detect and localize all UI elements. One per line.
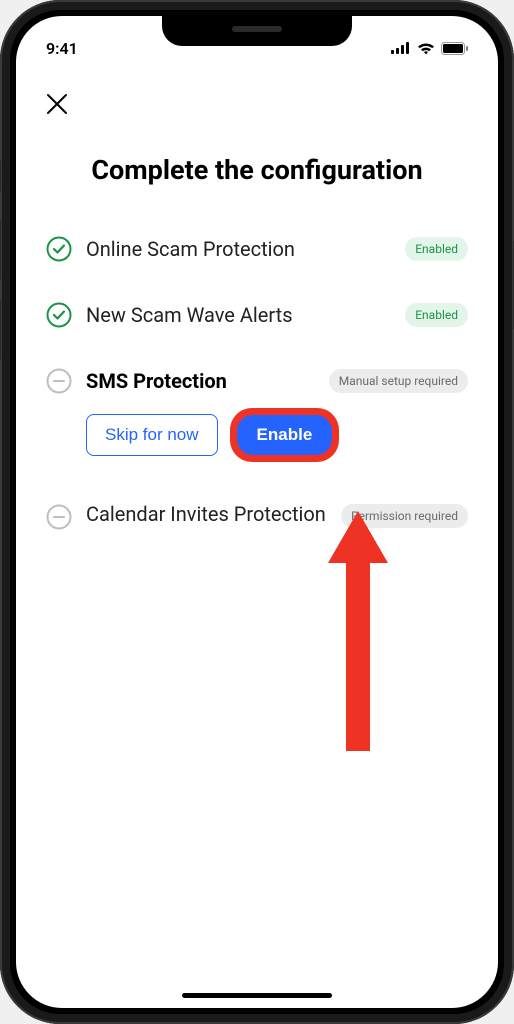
notch <box>162 16 352 46</box>
skip-button[interactable]: Skip for now <box>86 414 218 456</box>
home-indicator[interactable] <box>182 993 332 998</box>
page-title: Complete the configuration <box>46 154 468 186</box>
configuration-list: Online Scam Protection Enabled New Scam … <box>46 236 468 530</box>
config-item-sms: SMS Protection Manual setup required Ski… <box>46 368 468 462</box>
config-item-label: Calendar Invites Protection <box>86 502 327 527</box>
config-item-actions: Skip for now Enable <box>86 408 468 462</box>
cellular-signal-icon <box>391 42 411 54</box>
enable-button[interactable]: Enable <box>237 415 333 455</box>
status-badge-enabled: Enabled <box>405 237 468 261</box>
status-badge-enabled: Enabled <box>405 303 468 327</box>
config-item-online-scam: Online Scam Protection Enabled <box>46 236 468 262</box>
close-button[interactable] <box>46 84 86 124</box>
close-icon <box>46 93 68 115</box>
wifi-icon <box>417 42 435 55</box>
clock: 9:41 <box>46 39 78 58</box>
config-item-calendar: Calendar Invites Protection Permission r… <box>46 502 468 530</box>
speaker <box>232 26 282 32</box>
battery-icon <box>441 42 468 55</box>
config-item-label: Online Scam Protection <box>86 237 391 262</box>
config-item-label: New Scam Wave Alerts <box>86 303 391 328</box>
check-circle-icon <box>46 236 72 262</box>
phone-volume-down <box>0 300 1 360</box>
status-badge-manual: Manual setup required <box>329 369 468 393</box>
phone-volume-up <box>0 220 1 280</box>
config-item-scam-wave: New Scam Wave Alerts Enabled <box>46 302 468 328</box>
annotation-highlight: Enable <box>230 408 340 462</box>
check-circle-icon <box>46 302 72 328</box>
phone-side-button <box>0 160 1 192</box>
minus-circle-icon <box>46 368 72 394</box>
status-badge-permission: Permission required <box>341 504 468 528</box>
config-item-label: SMS Protection <box>86 369 315 394</box>
screen: 9:41 Complete the config <box>16 16 498 1008</box>
minus-circle-icon <box>46 504 72 530</box>
phone-device-frame: 9:41 Complete the config <box>0 0 514 1024</box>
